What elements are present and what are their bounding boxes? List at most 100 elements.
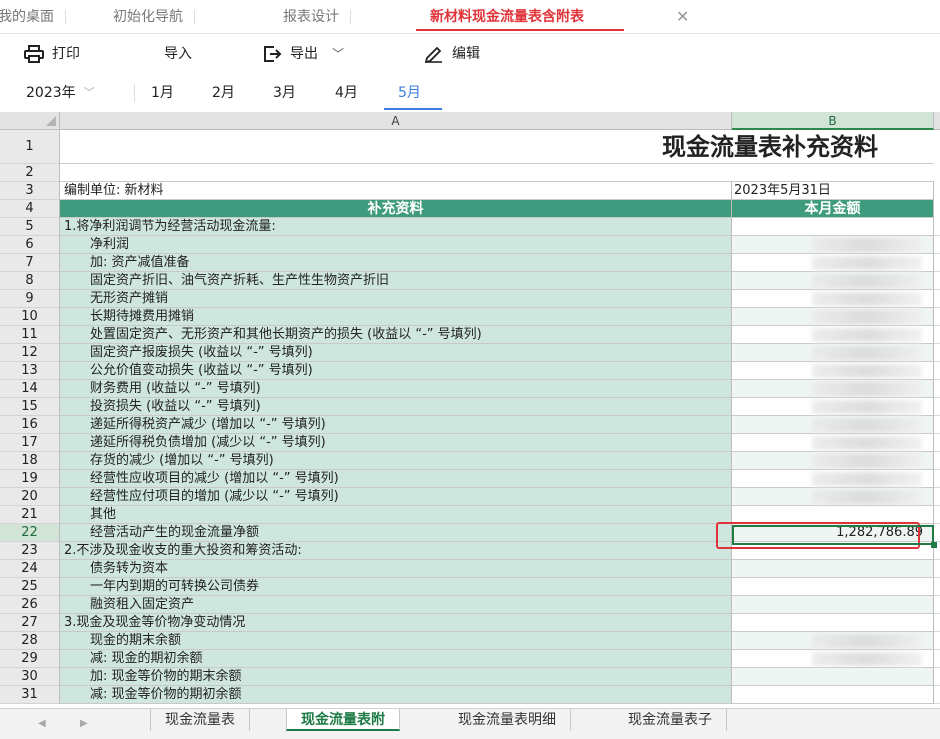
row-number[interactable]: 22 <box>0 524 60 542</box>
month-tab-4[interactable]: 4月 <box>335 82 358 102</box>
column-title-month-amount[interactable]: 本月金额 <box>732 200 934 218</box>
cell-c[interactable] <box>934 650 940 668</box>
row-number[interactable]: 31 <box>0 686 60 704</box>
item-label-cell[interactable]: 3.现金及现金等价物净变动情况 <box>60 614 732 632</box>
row-number[interactable]: 10 <box>0 308 60 326</box>
tab-init-navigation[interactable]: 初始化导航 <box>113 0 195 34</box>
item-label-cell[interactable]: 投资损失 (收益以 “-” 号填列) <box>60 398 732 416</box>
cell-c[interactable] <box>934 218 940 236</box>
row-number[interactable]: 6 <box>0 236 60 254</box>
item-label-cell[interactable]: 长期待摊费用摊销 <box>60 308 732 326</box>
cell-c[interactable] <box>934 344 940 362</box>
column-header-c[interactable] <box>934 112 940 130</box>
row-number[interactable]: 24 <box>0 560 60 578</box>
item-label-cell[interactable]: 无形资产摊销 <box>60 290 732 308</box>
tab-cash-flow-report[interactable]: 新材料现金流量表含附表 <box>416 0 624 34</box>
report-date-cell[interactable]: 2023年5月31日 <box>732 182 934 200</box>
row-number[interactable]: 9 <box>0 290 60 308</box>
cell-c[interactable] <box>934 578 940 596</box>
cell-c[interactable] <box>934 362 940 380</box>
item-label-cell[interactable]: 递延所得税负债增加 (减少以 “-” 号填列) <box>60 434 732 452</box>
cell-c[interactable] <box>934 452 940 470</box>
cell-c[interactable] <box>934 272 940 290</box>
report-title-cell[interactable]: 现金流量表补充资料 <box>60 130 934 164</box>
tab-report-design[interactable]: 报表设计 <box>283 0 351 34</box>
item-label-cell[interactable]: 固定资产报废损失 (收益以 “-” 号填列) <box>60 344 732 362</box>
amount-cell[interactable] <box>732 578 934 596</box>
sheet-tab-cash-flow[interactable]: 现金流量表 <box>150 709 250 731</box>
cell-c[interactable] <box>934 470 940 488</box>
close-tab-icon[interactable]: ✕ <box>676 0 689 34</box>
cell-c[interactable] <box>934 290 940 308</box>
amount-cell[interactable] <box>732 560 934 578</box>
row-number[interactable]: 13 <box>0 362 60 380</box>
amount-cell[interactable] <box>732 668 934 686</box>
item-label-cell[interactable]: 加: 资产减值准备 <box>60 254 732 272</box>
cell-c[interactable] <box>934 524 940 542</box>
row-number[interactable]: 5 <box>0 218 60 236</box>
item-label-cell[interactable]: 融资租入固定资产 <box>60 596 732 614</box>
column-header-b[interactable]: B <box>732 112 934 130</box>
row-number[interactable]: 23 <box>0 542 60 560</box>
row-number[interactable]: 21 <box>0 506 60 524</box>
cell-c[interactable] <box>934 326 940 344</box>
cell-c[interactable] <box>934 416 940 434</box>
item-label-cell[interactable]: 净利润 <box>60 236 732 254</box>
cell-c[interactable] <box>934 398 940 416</box>
item-label-cell[interactable]: 经营活动产生的现金流量净额 <box>60 524 732 542</box>
row-number[interactable]: 8 <box>0 272 60 290</box>
item-label-cell[interactable]: 经营性应付项目的增加 (减少以 “-” 号填列) <box>60 488 732 506</box>
item-label-cell[interactable]: 2.不涉及现金收支的重大投资和筹资活动: <box>60 542 732 560</box>
row-number[interactable]: 15 <box>0 398 60 416</box>
prev-sheet-icon[interactable]: ◀ <box>38 718 46 729</box>
row-number[interactable]: 14 <box>0 380 60 398</box>
row-number[interactable]: 7 <box>0 254 60 272</box>
row-number[interactable]: 25 <box>0 578 60 596</box>
spreadsheet-grid[interactable]: A B 1 现金流量表补充资料 2 3 编制单位: 新材料 2023年5月31日… <box>0 112 940 708</box>
column-title-supplementary[interactable]: 补充资料 <box>60 200 732 218</box>
cell-c[interactable] <box>934 668 940 686</box>
cell-a2[interactable] <box>60 164 934 182</box>
amount-cell[interactable] <box>732 686 934 704</box>
cell-c[interactable] <box>934 614 940 632</box>
cell-c[interactable] <box>934 596 940 614</box>
item-label-cell[interactable]: 递延所得税资产减少 (增加以 “-” 号填列) <box>60 416 732 434</box>
item-label-cell[interactable]: 1.将净利润调节为经营活动现金流量: <box>60 218 732 236</box>
item-label-cell[interactable]: 财务费用 (收益以 “-” 号填列) <box>60 380 732 398</box>
amount-cell[interactable] <box>732 218 934 236</box>
item-label-cell[interactable]: 经营性应收项目的减少 (增加以 “-” 号填列) <box>60 470 732 488</box>
year-select[interactable]: 2023年 ﹀ <box>26 82 95 102</box>
cell-c[interactable] <box>934 380 940 398</box>
select-all-corner[interactable] <box>0 112 60 130</box>
cell-c[interactable] <box>934 632 940 650</box>
item-label-cell[interactable]: 其他 <box>60 506 732 524</box>
tab-my-desktop[interactable]: 我的桌面 <box>0 0 66 34</box>
month-tab-2[interactable]: 2月 <box>212 82 235 102</box>
sheet-tab-cash-flow-detail[interactable]: 现金流量表明细 <box>444 709 571 731</box>
month-tab-3[interactable]: 3月 <box>273 82 296 102</box>
item-label-cell[interactable]: 现金的期末余额 <box>60 632 732 650</box>
row-number[interactable]: 20 <box>0 488 60 506</box>
item-label-cell[interactable]: 存货的减少 (增加以 “-” 号填列) <box>60 452 732 470</box>
row-number[interactable]: 17 <box>0 434 60 452</box>
month-tab-1[interactable]: 1月 <box>151 82 174 102</box>
amount-cell[interactable] <box>732 596 934 614</box>
row-number[interactable]: 12 <box>0 344 60 362</box>
amount-cell[interactable] <box>732 614 934 632</box>
cell-c[interactable] <box>934 434 940 452</box>
item-label-cell[interactable]: 加: 现金等价物的期末余额 <box>60 668 732 686</box>
cell-c[interactable] <box>934 488 940 506</box>
import-button[interactable]: 导入 <box>164 41 192 67</box>
item-label-cell[interactable]: 减: 现金等价物的期初余额 <box>60 686 732 704</box>
row-number[interactable]: 2 <box>0 164 60 182</box>
month-tab-5[interactable]: 5月 <box>398 82 421 102</box>
cell-c[interactable] <box>934 254 940 272</box>
print-button[interactable]: 打印 <box>24 41 80 67</box>
cell-c[interactable] <box>934 236 940 254</box>
cell-c[interactable] <box>934 560 940 578</box>
row-number[interactable]: 19 <box>0 470 60 488</box>
row-number[interactable]: 16 <box>0 416 60 434</box>
item-label-cell[interactable]: 一年内到期的可转换公司债券 <box>60 578 732 596</box>
export-button[interactable]: 导出 ﹀ <box>262 41 344 67</box>
row-number[interactable]: 26 <box>0 596 60 614</box>
